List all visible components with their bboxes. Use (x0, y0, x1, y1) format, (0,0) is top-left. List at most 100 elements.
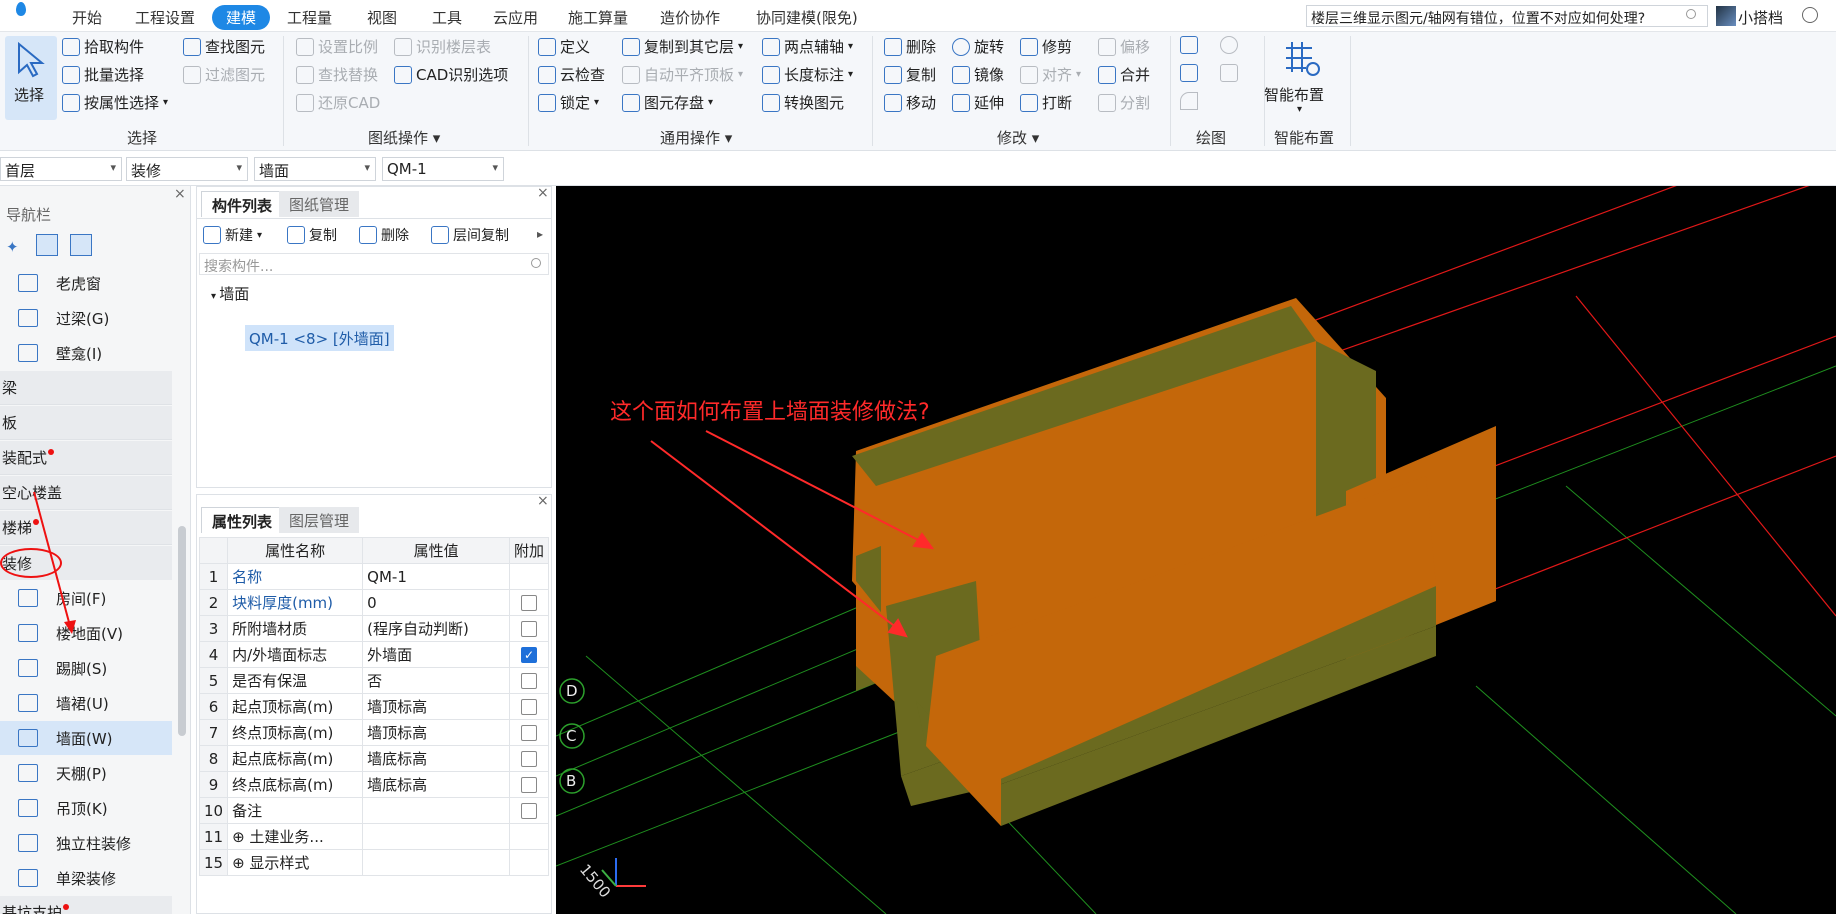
nav-item[interactable]: 墙裙(U) (0, 686, 172, 720)
identify-floor-button[interactable]: 识别楼层表 (394, 36, 491, 57)
nav-item[interactable]: 过梁(G) (0, 301, 172, 335)
tab-drawing-manage[interactable]: 图纸管理 (279, 191, 360, 217)
length-dim-button[interactable]: 长度标注 ▾ (762, 64, 853, 85)
find-replace-button[interactable]: 查找替换 (296, 64, 378, 85)
detail-view-icon[interactable] (70, 234, 92, 256)
property-value[interactable] (362, 797, 510, 824)
menu-item[interactable]: 建模 (212, 5, 271, 30)
table-row[interactable]: 2 块料厚度(mm) 0 (198, 589, 550, 616)
table-row[interactable]: 4 内/外墙面标志 外墙面 ✓ (198, 641, 550, 668)
table-row[interactable]: 1 名称 QM-1 (198, 563, 550, 590)
search-icon[interactable] (531, 258, 541, 268)
more-icon[interactable]: ▸ (537, 227, 543, 241)
arc-draw-button[interactable] (1180, 92, 1198, 110)
table-row[interactable]: 5 是否有保温否 (198, 667, 550, 694)
new-button[interactable]: 新建 ▾ (203, 225, 262, 245)
property-value[interactable]: 否 (362, 667, 510, 694)
extra-checkbox[interactable] (520, 673, 537, 689)
table-row[interactable]: 8 起点底标高(m) 墙底标高 (198, 745, 550, 772)
menu-item[interactable]: 施工算量 (568, 7, 628, 28)
nav-item[interactable]: 吊顶(K) (0, 791, 172, 825)
model-canvas[interactable] (556, 186, 1836, 914)
pick-component-button[interactable]: 拾取构件 (62, 36, 144, 57)
point-draw-button[interactable] (1180, 36, 1198, 54)
search-icon[interactable] (1686, 9, 1696, 19)
nav-item[interactable]: 独立柱装修 (0, 826, 172, 860)
mirror-button[interactable]: 镜像 (952, 64, 1004, 85)
table-row[interactable]: 11 ⊕ 土建业务... (198, 823, 550, 850)
merge-button[interactable]: 合并 (1098, 64, 1150, 85)
rotate-button[interactable]: 旋转 (952, 36, 1004, 57)
find-element-button[interactable]: 查找图元 (183, 36, 265, 57)
property-value[interactable]: 墙底标高 (362, 771, 510, 798)
filter-element-button[interactable]: 过滤图元 (183, 64, 265, 85)
select-big-button[interactable]: 选择 (5, 36, 57, 120)
extend-button[interactable]: 延伸 (952, 92, 1004, 113)
property-value[interactable]: 墙底标高 (362, 745, 510, 772)
save-element-button[interactable]: 图元存盘 ▾ (622, 92, 713, 113)
nav-item[interactable]: 墙面(W) (0, 721, 172, 755)
table-row[interactable]: 15 ⊕ 显示样式 (198, 849, 550, 876)
copy-to-floor-button[interactable]: 复制到其它层 ▾ (622, 36, 743, 57)
tab-component-list[interactable]: 构件列表 (201, 191, 284, 217)
extra-checkbox[interactable] (520, 751, 537, 767)
menu-item[interactable]: 协同建模(限免) (756, 7, 858, 28)
table-row[interactable]: 9 终点底标高(m) 墙底标高 (198, 771, 550, 798)
batch-select-button[interactable]: 批量选择 (62, 64, 144, 85)
trim-button[interactable]: 修剪 (1020, 36, 1072, 57)
move-button[interactable]: 移动 (884, 92, 936, 113)
component-search-input[interactable]: 搜索构件... (199, 253, 549, 275)
property-value[interactable]: QM-1 (362, 563, 510, 590)
cloud-check-button[interactable]: 云检查 (538, 64, 605, 85)
auto-align-button[interactable]: 自动平齐顶板 ▾ (622, 64, 743, 85)
property-value[interactable]: 0 (362, 589, 510, 616)
scrollbar[interactable] (178, 526, 186, 736)
nav-item[interactable]: 板 (0, 406, 172, 440)
table-row[interactable]: 7 终点顶标高(m) 墙顶标高 (198, 719, 550, 746)
table-row[interactable]: 6 起点顶标高(m) 墙顶标高 (198, 693, 550, 720)
split-button[interactable]: 分割 (1098, 92, 1150, 113)
type-select[interactable]: 墙面 (254, 157, 376, 181)
user-name[interactable]: 小搭档 (1738, 7, 1783, 28)
3d-viewport[interactable]: 这个面如何布置上墙面装修做法? D C B 1500 (556, 186, 1836, 914)
nav-item[interactable]: 单梁装修 (0, 861, 172, 895)
lock-button[interactable]: 锁定 ▾ (538, 92, 599, 113)
extra-checkbox[interactable] (520, 777, 537, 793)
property-value[interactable] (362, 823, 510, 850)
delete-button[interactable]: 删除 (884, 36, 936, 57)
extra-checkbox[interactable] (520, 621, 537, 637)
menu-item[interactable]: 工程量 (287, 7, 332, 28)
table-row[interactable]: 10 备注 (198, 797, 550, 824)
delete-comp-button[interactable]: 删除 (359, 225, 409, 245)
wall-model[interactable] (852, 298, 1496, 826)
feedback-icon[interactable] (1802, 7, 1818, 23)
floor-select[interactable]: 首层 (0, 157, 122, 181)
menu-item[interactable]: 视图 (367, 7, 397, 28)
property-value[interactable]: 墙顶标高 (362, 719, 510, 746)
extra-checkbox[interactable] (520, 699, 537, 715)
category-select[interactable]: 装修 (126, 157, 248, 181)
help-search-input[interactable]: 楼层三维显示图元/轴网有错位，位置不对应如何处理? (1306, 5, 1708, 27)
cad-options-button[interactable]: CAD识别选项 (394, 64, 508, 85)
extra-checkbox[interactable]: ✓ (520, 647, 537, 663)
group-label-drawing[interactable]: 图纸操作 ▾ (368, 127, 440, 148)
copy-comp-button[interactable]: 复制 (287, 225, 337, 245)
copy-button[interactable]: 复制 (884, 64, 936, 85)
nav-item[interactable]: 基坑支护 (0, 896, 172, 914)
nav-item[interactable]: 天棚(P) (0, 756, 172, 790)
smart-layout-button[interactable]: 智能布置 ▾ (1262, 36, 1342, 120)
table-row[interactable]: 3 所附墙材质 (程序自动判断) (198, 615, 550, 642)
nav-item[interactable]: 老虎窗 (0, 266, 172, 300)
group-label-modify[interactable]: 修改 ▾ (997, 127, 1039, 148)
menu-item[interactable]: 云应用 (493, 7, 538, 28)
property-value[interactable]: 墙顶标高 (362, 693, 510, 720)
floor-copy-button[interactable]: 层间复制 (431, 225, 509, 245)
property-value[interactable]: 外墙面 (362, 641, 510, 668)
nav-item[interactable]: 装配式 (0, 441, 172, 475)
avatar[interactable] (1716, 6, 1736, 26)
two-point-axis-button[interactable]: 两点辅轴 ▾ (762, 36, 853, 57)
attr-select-button[interactable]: 按属性选择 ▾ (62, 92, 168, 113)
break-button[interactable]: 打断 (1020, 92, 1072, 113)
extra-checkbox[interactable] (520, 595, 537, 611)
add-icon[interactable]: ✦ (6, 238, 19, 256)
